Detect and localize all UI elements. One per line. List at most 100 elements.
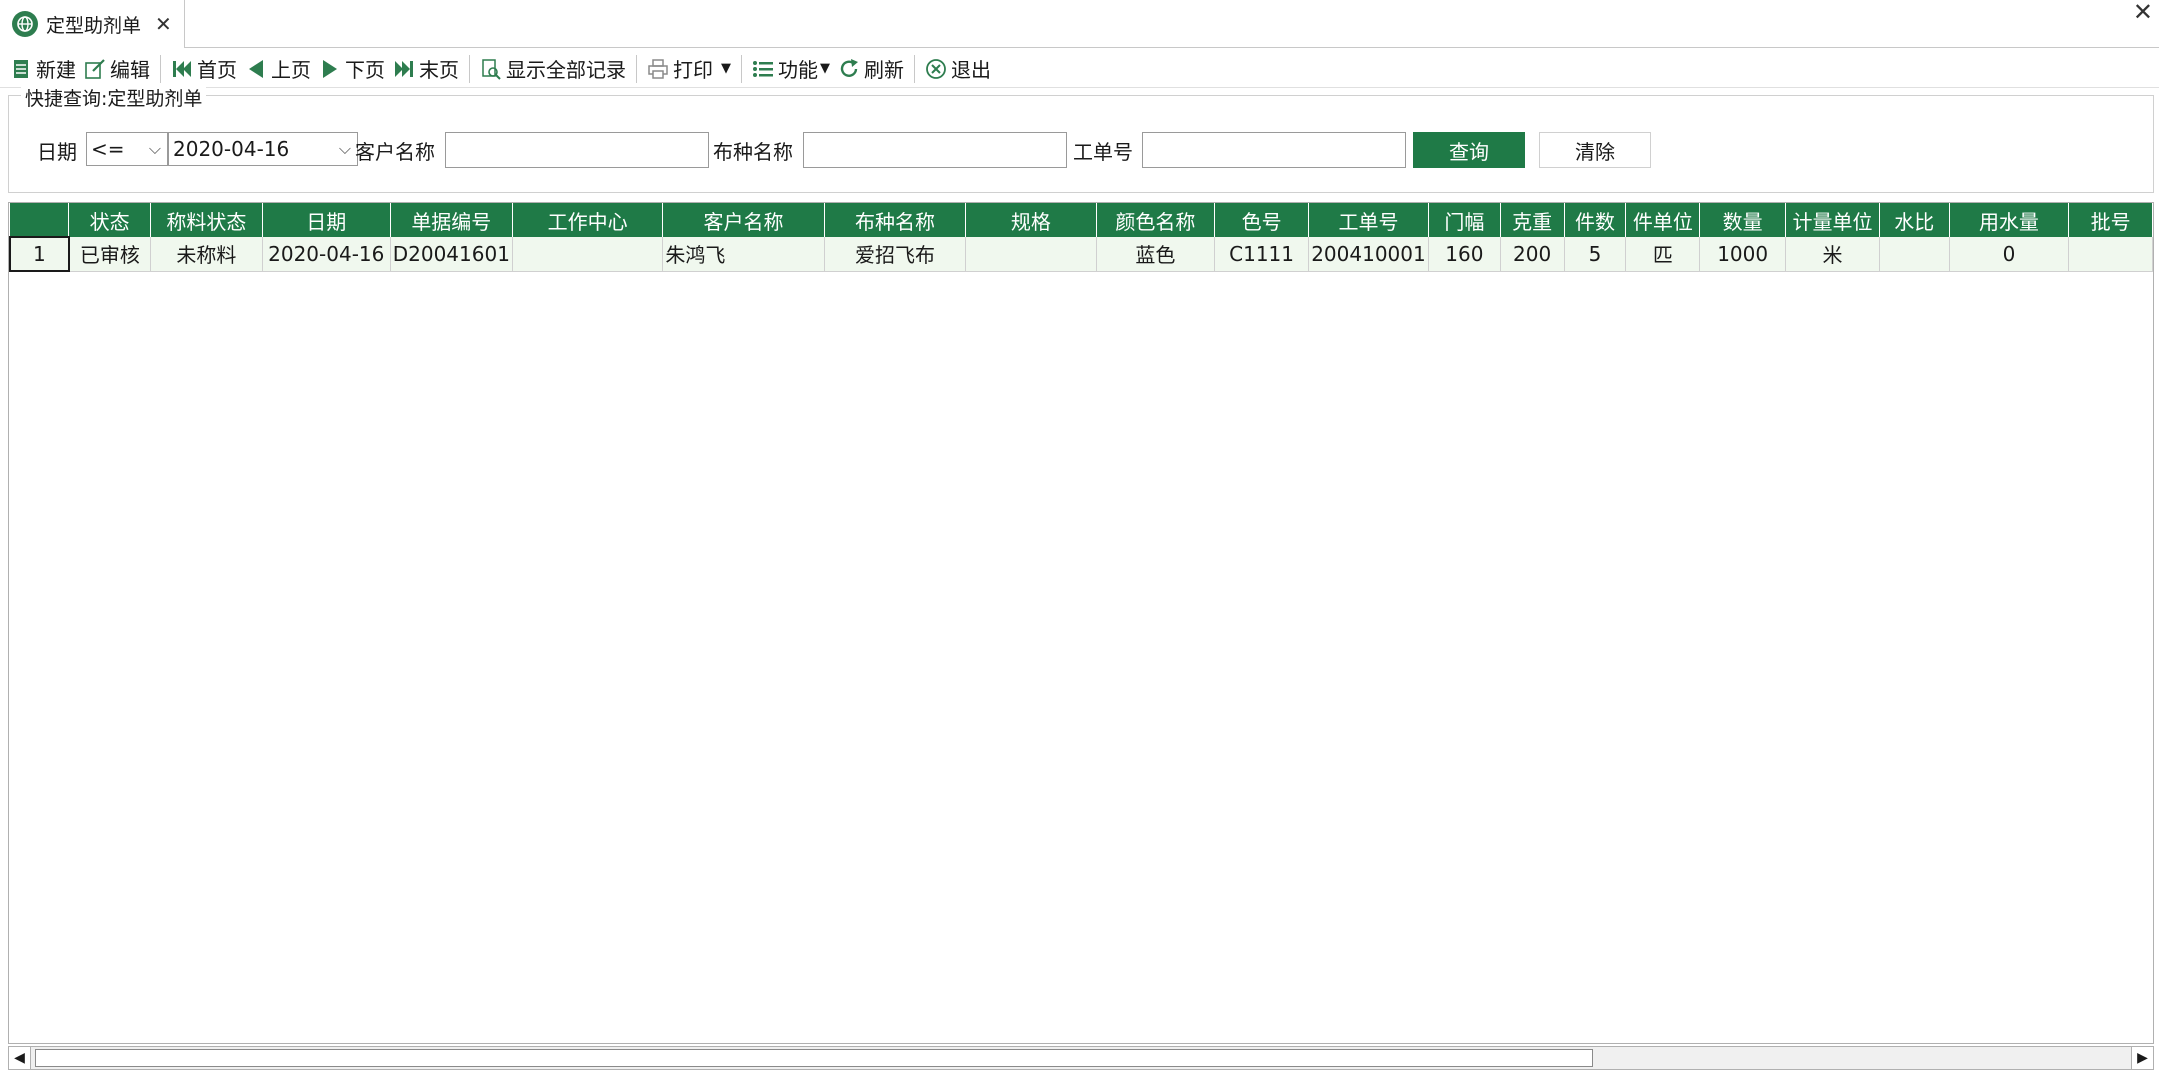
column-header[interactable]: 称料状态 (150, 203, 263, 237)
fabric-name-input[interactable] (803, 132, 1067, 168)
chevron-down-icon: ⌵ (338, 139, 351, 158)
cell-pieces[interactable]: 5 (1564, 237, 1627, 272)
fabric-name-label: 布种名称 (713, 140, 793, 164)
work-order-input[interactable] (1142, 132, 1406, 168)
print-dropdown-caret-icon[interactable]: ▼ (721, 61, 731, 76)
date-operator-value: <= (91, 137, 125, 161)
toolbar: 新建 编辑 首页 上页 下页 末页 显示全部记录 打印 ▼ 功能 ▼ 刷新 退出 (0, 50, 2159, 88)
column-header[interactable]: 色号 (1214, 203, 1309, 237)
scroll-left-arrow-icon[interactable]: ◀ (9, 1047, 31, 1069)
date-value: 2020-04-16 (173, 137, 290, 161)
cell-fabric-name[interactable]: 爱招飞布 (824, 237, 967, 272)
refresh-button[interactable]: 刷新 (834, 52, 908, 86)
column-header[interactable]: 计量单位 (1785, 203, 1880, 237)
toolbar-divider (636, 54, 637, 83)
new-button-label: 新建 (36, 58, 76, 82)
date-label: 日期 (37, 140, 77, 164)
cell-quantity[interactable]: 1000 (1699, 237, 1787, 272)
cell-weighing-status[interactable]: 未称料 (150, 237, 263, 272)
cell-measure-unit[interactable]: 米 (1785, 237, 1880, 272)
column-header[interactable]: 日期 (262, 203, 391, 237)
column-header[interactable]: 水比 (1879, 203, 1950, 237)
prev-page-button[interactable]: 上页 (241, 52, 315, 86)
column-header[interactable]: 规格 (965, 203, 1097, 237)
column-header[interactable]: 状态 (68, 203, 152, 237)
printer-icon (648, 58, 668, 79)
column-header[interactable]: 克重 (1500, 203, 1565, 237)
row-number[interactable]: 1 (9, 236, 70, 272)
cell-weight[interactable]: 200 (1500, 237, 1565, 272)
column-header[interactable]: 门幅 (1428, 203, 1501, 237)
cell-color-code[interactable]: C1111 (1214, 237, 1309, 272)
cell-piece-unit[interactable]: 匹 (1625, 237, 1701, 272)
cell-date[interactable]: 2020-04-16 (262, 237, 391, 272)
column-header[interactable]: 数量 (1699, 203, 1787, 237)
date-picker[interactable]: 2020-04-16 ⌵ (168, 132, 358, 166)
cell-color-name[interactable]: 蓝色 (1096, 237, 1216, 272)
cell-work-center[interactable] (512, 237, 664, 272)
column-header[interactable] (10, 203, 70, 237)
functions-dropdown-caret-icon[interactable]: ▼ (820, 61, 830, 76)
last-page-button[interactable]: 末页 (389, 52, 463, 86)
exit-button-label: 退出 (951, 58, 991, 82)
data-grid: 状态 称料状态 日期 单据编号 工作中心 客户名称 布种名称 规格 颜色名称 色… (8, 202, 2154, 1044)
edit-button[interactable]: 编辑 (80, 52, 154, 86)
tab-bar: 定型助剂单 ✕ ✕ (0, 0, 2159, 48)
cell-batch-number[interactable] (2068, 237, 2153, 272)
chevron-down-icon: ⌵ (148, 139, 161, 158)
cell-customer-name[interactable]: 朱鸿飞 (662, 237, 825, 272)
functions-button-label: 功能 (778, 58, 818, 82)
cell-spec[interactable] (965, 237, 1097, 272)
last-page-icon (395, 60, 413, 77)
scroll-right-arrow-icon[interactable]: ▶ (2131, 1047, 2153, 1069)
column-header[interactable]: 用水量 (1949, 203, 2070, 237)
column-header[interactable]: 颜色名称 (1096, 203, 1216, 237)
column-header[interactable]: 布种名称 (824, 203, 967, 237)
tab-title: 定型助剂单 (46, 14, 142, 37)
table-header-row: 状态 称料状态 日期 单据编号 工作中心 客户名称 布种名称 规格 颜色名称 色… (10, 203, 2153, 237)
customer-name-label: 客户名称 (355, 140, 435, 164)
column-header[interactable]: 件单位 (1625, 203, 1701, 237)
toolbar-divider (469, 54, 470, 83)
new-document-icon (14, 59, 28, 78)
new-button[interactable]: 新建 (6, 52, 80, 86)
show-all-records-label: 显示全部记录 (506, 58, 626, 82)
window-close-icon[interactable]: ✕ (2133, 0, 2153, 26)
first-page-button[interactable]: 首页 (167, 52, 241, 86)
table-row[interactable]: 1 已审核 未称料 2020-04-16 D20041601 朱鸿飞 爱招飞布 … (9, 236, 2153, 272)
clear-button[interactable]: 清除 (1539, 132, 1651, 168)
first-page-label: 首页 (197, 58, 237, 82)
customer-name-input[interactable] (445, 132, 709, 168)
date-operator-select[interactable]: <= ⌵ (86, 132, 168, 166)
cell-status[interactable]: 已审核 (68, 237, 152, 272)
tab-fixing-agent-order[interactable]: 定型助剂单 ✕ (0, 0, 185, 48)
column-header[interactable]: 单据编号 (390, 203, 513, 237)
column-header[interactable]: 批号 (2068, 203, 2153, 237)
column-header[interactable]: 客户名称 (662, 203, 825, 237)
horizontal-scrollbar[interactable]: ◀ ▶ (8, 1046, 2154, 1070)
toolbar-divider (914, 54, 915, 83)
edit-button-label: 编辑 (110, 58, 150, 82)
cell-width[interactable]: 160 (1428, 237, 1501, 272)
records-table: 状态 称料状态 日期 单据编号 工作中心 客户名称 布种名称 规格 颜色名称 色… (9, 203, 2153, 272)
cell-work-order[interactable]: 200410001 (1308, 237, 1429, 272)
tab-close-icon[interactable]: ✕ (155, 12, 172, 36)
functions-button[interactable]: 功能 ▼ (748, 52, 834, 86)
print-button[interactable]: 打印 ▼ (643, 52, 735, 86)
refresh-button-label: 刷新 (864, 58, 904, 82)
globe-icon (12, 11, 38, 37)
cell-document-number[interactable]: D20041601 (390, 237, 513, 272)
next-page-button[interactable]: 下页 (315, 52, 389, 86)
column-header[interactable]: 件数 (1564, 203, 1627, 237)
exit-button[interactable]: 退出 (921, 52, 995, 86)
column-header[interactable]: 工单号 (1308, 203, 1429, 237)
exit-circle-x-icon (926, 58, 946, 79)
toolbar-divider (741, 54, 742, 83)
search-button[interactable]: 查询 (1413, 132, 1525, 168)
scrollbar-thumb[interactable] (35, 1049, 1593, 1067)
cell-water-usage[interactable]: 0 (1949, 237, 2070, 272)
cell-water-ratio[interactable] (1879, 237, 1950, 272)
column-header[interactable]: 工作中心 (512, 203, 664, 237)
document-search-icon (482, 58, 501, 80)
show-all-records-button[interactable]: 显示全部记录 (476, 52, 630, 86)
